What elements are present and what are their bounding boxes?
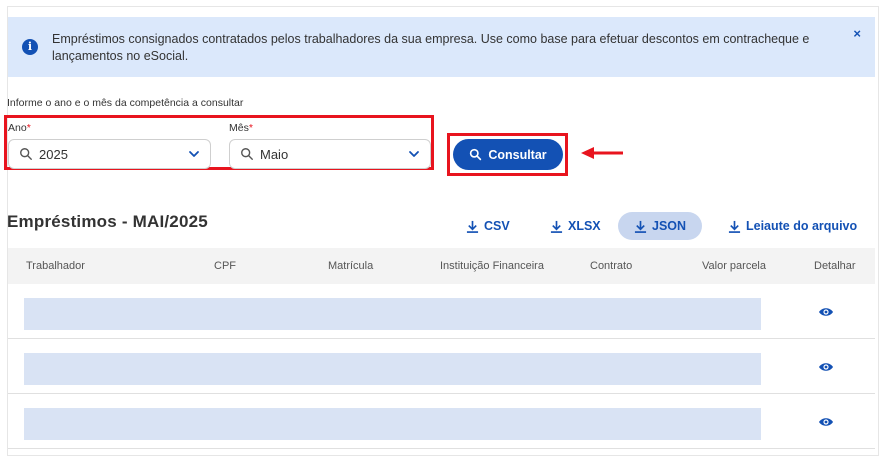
column-header: Matrícula	[328, 260, 374, 272]
column-header: Trabalhador	[26, 260, 85, 272]
download-icon	[466, 220, 479, 233]
month-value: Maio	[260, 146, 289, 162]
eye-icon[interactable]	[818, 360, 834, 374]
consultar-button[interactable]: Consultar	[453, 139, 563, 170]
alert-message: Empréstimos consignados contratados pelo…	[52, 32, 810, 63]
column-header: CPF	[214, 260, 236, 272]
table-row	[8, 340, 875, 394]
search-icon	[241, 148, 253, 160]
section-title: Empréstimos - MAI/2025	[7, 212, 208, 231]
month-label: Mês*	[229, 122, 253, 134]
arrow-left-icon	[581, 147, 623, 159]
column-header: Valor parcela	[702, 260, 766, 272]
table-header: Trabalhador CPF Matrícula Instituição Fi…	[8, 248, 875, 284]
download-xlsx-link[interactable]: XLSX	[550, 212, 601, 240]
row-placeholder	[24, 408, 761, 440]
download-json-label: JSON	[652, 219, 687, 233]
year-label: Ano*	[8, 122, 31, 134]
download-xlsx-label: XLSX	[568, 219, 601, 233]
table-row	[8, 395, 875, 449]
download-csv-link[interactable]: CSV	[466, 212, 510, 240]
column-header: Contrato	[590, 260, 633, 272]
search-icon	[470, 148, 482, 161]
close-icon[interactable]: ×	[853, 26, 861, 41]
eye-icon[interactable]	[818, 305, 834, 319]
eye-icon[interactable]	[818, 415, 834, 429]
download-layout-label: Leiaute do arquivo	[746, 219, 858, 233]
required-mark: *	[248, 122, 253, 134]
row-placeholder	[24, 298, 761, 330]
download-csv-label: CSV	[484, 219, 510, 233]
table-row	[8, 285, 875, 339]
info-icon: i	[22, 39, 38, 55]
download-icon	[634, 220, 647, 233]
chevron-down-icon	[189, 151, 199, 157]
info-alert: i Empréstimos consignados contratados pe…	[8, 17, 875, 77]
download-json-link[interactable]: JSON	[618, 212, 703, 240]
required-mark: *	[26, 122, 31, 134]
column-header: Instituição Financeira	[440, 260, 544, 272]
row-placeholder	[24, 353, 761, 385]
chevron-down-icon	[409, 151, 419, 157]
form-hint: Informe o ano e o mês da competência a c…	[7, 97, 244, 109]
month-select[interactable]: Maio	[229, 139, 431, 169]
consultar-button-label: Consultar	[488, 147, 547, 162]
download-icon	[550, 220, 563, 233]
search-icon	[20, 148, 32, 160]
month-label-text: Mês	[229, 122, 249, 134]
year-label-text: Ano	[8, 122, 27, 134]
year-value: 2025	[39, 146, 68, 162]
year-select[interactable]: 2025	[8, 139, 211, 169]
column-header: Detalhar	[814, 260, 856, 272]
download-layout-link[interactable]: Leiaute do arquivo	[728, 212, 857, 240]
download-icon	[728, 220, 741, 233]
